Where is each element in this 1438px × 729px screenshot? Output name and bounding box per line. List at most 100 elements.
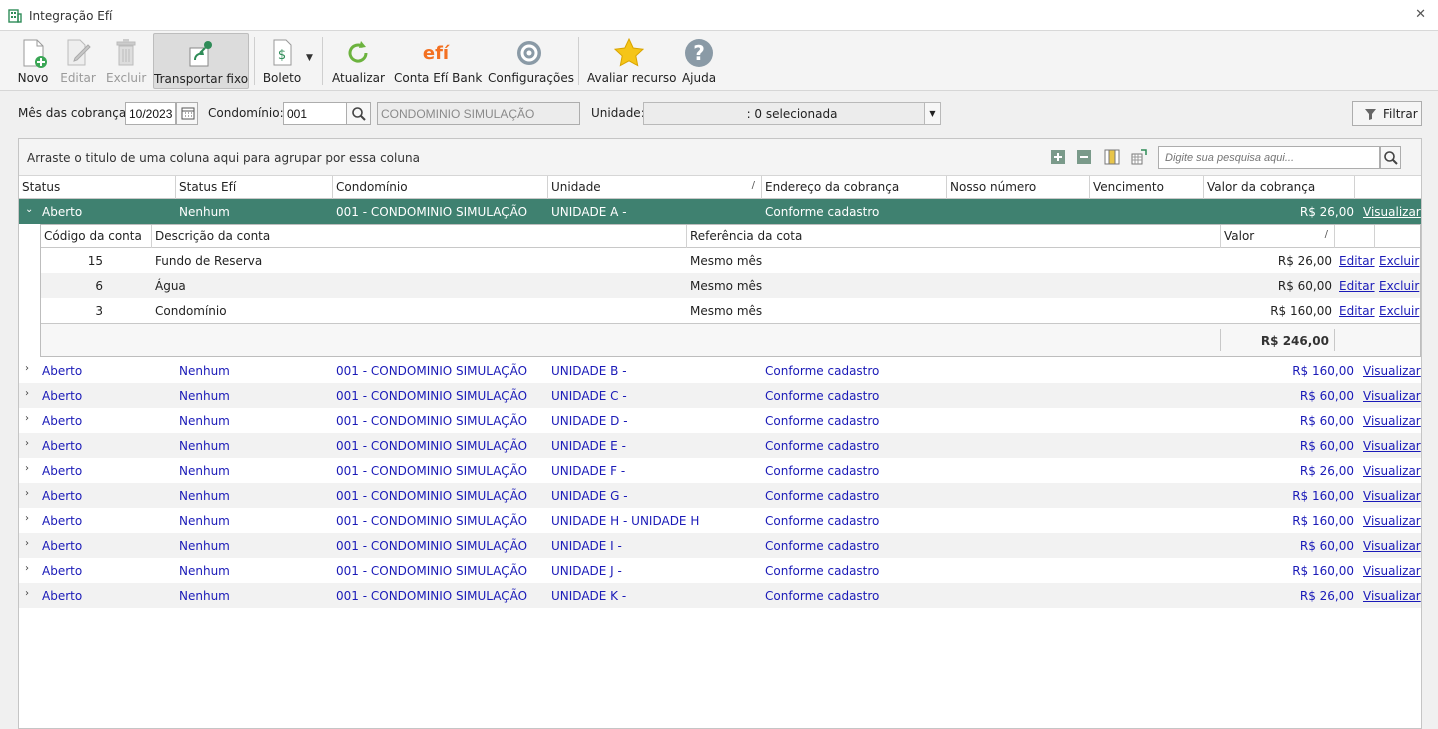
chevron-right-icon[interactable]: › — [25, 438, 29, 449]
condominio-search-button[interactable] — [346, 102, 371, 125]
visualizar-link[interactable]: Visualizar — [1363, 439, 1421, 453]
visualizar-link[interactable]: Visualizar — [1363, 389, 1421, 403]
unidade-cell: UNIDADE E - — [551, 439, 626, 453]
columns-chooser-icon[interactable] — [1104, 149, 1120, 165]
excluir-link[interactable]: Excluir — [1379, 304, 1419, 318]
chevron-right-icon[interactable]: › — [25, 513, 29, 524]
grid-search-button[interactable] — [1380, 146, 1401, 169]
unidade-cell: UNIDADE C - — [551, 389, 627, 403]
editar-link[interactable]: Editar — [1339, 279, 1375, 293]
filtrar-button[interactable]: Filtrar — [1352, 101, 1422, 126]
excluir-label: Excluir — [106, 71, 147, 85]
efi-logo-icon: efí — [416, 37, 456, 69]
novo-button[interactable]: Novo — [14, 33, 52, 89]
column-header-valor[interactable]: Valor da cobrança — [1204, 176, 1355, 199]
excluir-link[interactable]: Excluir — [1379, 279, 1419, 293]
table-row[interactable]: › Aberto Nenhum 001 - CONDOMINIO SIMULAÇÃO U… — [19, 383, 1421, 408]
valor-cell: R$ 60,00 — [1299, 439, 1354, 453]
visualizar-link[interactable]: Visualizar — [1363, 414, 1421, 428]
visualizar-link[interactable]: Visualizar — [1363, 514, 1421, 528]
window-title: Integração Efí — [29, 9, 113, 23]
visualizar-link[interactable]: Visualizar — [1363, 205, 1421, 219]
table-row[interactable]: ⌄ Aberto Nenhum 001 - CONDOMINIO SIMULAÇÃO U… — [19, 199, 1421, 224]
column-header-nosso-numero[interactable]: Nosso número — [947, 176, 1090, 199]
table-row[interactable]: › Aberto Nenhum 001 - CONDOMINIO SIMULAÇÃO U… — [19, 533, 1421, 558]
column-header-status[interactable]: Status — [19, 176, 176, 199]
chevron-right-icon[interactable]: › — [25, 388, 29, 399]
toolbar-separator — [322, 37, 323, 85]
visualizar-link[interactable]: Visualizar — [1363, 489, 1421, 503]
transportar-fixo-button[interactable]: Transportar fixo — [153, 33, 249, 89]
column-header-unidade[interactable]: Unidade / — [548, 176, 762, 199]
chevron-down-icon[interactable]: ⌄ — [25, 204, 33, 215]
editar-link[interactable]: Editar — [1339, 254, 1375, 268]
table-row[interactable]: › Aberto Nenhum 001 - CONDOMINIO SIMULAÇÃO U… — [19, 458, 1421, 483]
table-row[interactable]: › Aberto Nenhum 001 - CONDOMINIO SIMULAÇÃO U… — [19, 508, 1421, 533]
pencil-icon — [62, 37, 94, 69]
visualizar-link[interactable]: Visualizar — [1363, 364, 1421, 378]
table-row[interactable]: › Aberto Nenhum 001 - CONDOMINIO SIMULAÇÃO U… — [19, 433, 1421, 458]
ajuda-button[interactable]: ? Ajuda — [680, 33, 718, 89]
chevron-right-icon[interactable]: › — [25, 488, 29, 499]
unidade-select[interactable]: : 0 selecionada ▼ — [643, 102, 941, 125]
atualizar-button[interactable]: Atualizar — [332, 33, 385, 89]
detail-row[interactable]: 6 Água Mesmo mês R$ 60,00 Editar Excluir — [41, 273, 1420, 298]
endereco-cell: Conforme cadastro — [765, 589, 880, 603]
excluir-button[interactable]: Excluir — [106, 33, 146, 89]
condominio-cell: 001 - CONDOMINIO SIMULAÇÃO — [336, 539, 528, 553]
detail-column-valor[interactable]: Valor / — [1221, 225, 1335, 248]
conta-efi-bank-button[interactable]: efí Conta Efí Bank — [394, 33, 482, 89]
chevron-right-icon[interactable]: › — [25, 413, 29, 424]
column-header-endereco[interactable]: Endereço da cobrança — [762, 176, 947, 199]
detail-column-descricao[interactable]: Descrição da conta — [152, 225, 687, 248]
status-cell: Aberto — [42, 539, 83, 553]
boleto-dropdown-chevron-down-icon[interactable]: ▼ — [306, 53, 313, 63]
detail-column-codigo[interactable]: Código da conta — [41, 225, 152, 248]
chevron-right-icon[interactable]: › — [25, 363, 29, 374]
chevron-right-icon[interactable]: › — [25, 588, 29, 599]
column-header-status-efi[interactable]: Status Efí — [176, 176, 333, 199]
close-icon[interactable]: ✕ — [1415, 7, 1426, 22]
editar-link[interactable]: Editar — [1339, 304, 1375, 318]
calendar-button[interactable] — [176, 102, 198, 125]
boleto-button[interactable]: $ Boleto — [260, 33, 304, 89]
valor-cell: R$ 60,00 — [1299, 389, 1354, 403]
mes-input[interactable] — [125, 102, 176, 125]
chevron-right-icon[interactable]: › — [25, 563, 29, 574]
excluir-link[interactable]: Excluir — [1379, 254, 1419, 268]
collapse-all-icon[interactable] — [1076, 149, 1092, 165]
condominio-code-input[interactable] — [283, 102, 347, 125]
visualizar-link[interactable]: Visualizar — [1363, 564, 1421, 578]
table-row[interactable]: › Aberto Nenhum 001 - CONDOMINIO SIMULAÇÃO U… — [19, 558, 1421, 583]
configuracoes-button[interactable]: Configurações — [488, 33, 574, 89]
condominio-cell: 001 - CONDOMINIO SIMULAÇÃO — [336, 514, 528, 528]
table-row[interactable]: › Aberto Nenhum 001 - CONDOMINIO SIMULAÇÃO U… — [19, 408, 1421, 433]
title-bar: Integração Efí ✕ — [0, 0, 1438, 31]
table-row[interactable]: › Aberto Nenhum 001 - CONDOMINIO SIMULAÇÃO U… — [19, 483, 1421, 508]
export-icon[interactable] — [1131, 149, 1147, 165]
status-efi-cell: Nenhum — [179, 539, 230, 553]
ajuda-label: Ajuda — [681, 71, 717, 85]
grid-search-input[interactable] — [1158, 146, 1380, 169]
visualizar-link[interactable]: Visualizar — [1363, 589, 1421, 603]
visualizar-link[interactable]: Visualizar — [1363, 464, 1421, 478]
table-row[interactable]: › Aberto Nenhum 001 - CONDOMINIO SIMULAÇÃO U… — [19, 358, 1421, 383]
avaliar-recurso-button[interactable]: Avaliar recurso — [587, 33, 677, 89]
detail-column-referencia[interactable]: Referência da cota — [687, 225, 1221, 248]
endereco-cell: Conforme cadastro — [765, 439, 880, 453]
chevron-right-icon[interactable]: › — [25, 538, 29, 549]
new-document-icon — [17, 37, 49, 69]
detail-row[interactable]: 3 Condomínio Mesmo mês R$ 160,00 Editar Exclu… — [41, 298, 1420, 323]
visualizar-link[interactable]: Visualizar — [1363, 539, 1421, 553]
atualizar-label: Atualizar — [332, 71, 385, 85]
editar-button[interactable]: Editar — [59, 33, 97, 89]
column-header-condominio[interactable]: Condomínio — [333, 176, 548, 199]
table-row[interactable]: › Aberto Nenhum 001 - CONDOMINIO SIMULAÇÃO U… — [19, 583, 1421, 608]
column-header-vencimento[interactable]: Vencimento — [1090, 176, 1204, 199]
expand-all-icon[interactable] — [1050, 149, 1066, 165]
chevron-down-icon[interactable]: ▼ — [924, 103, 940, 124]
chevron-right-icon[interactable]: › — [25, 463, 29, 474]
filtrar-label: Filtrar — [1383, 107, 1418, 121]
unidade-cell: UNIDADE B - — [551, 364, 627, 378]
detail-row[interactable]: 15 Fundo de Reserva Mesmo mês R$ 26,00 Edita… — [41, 248, 1420, 273]
